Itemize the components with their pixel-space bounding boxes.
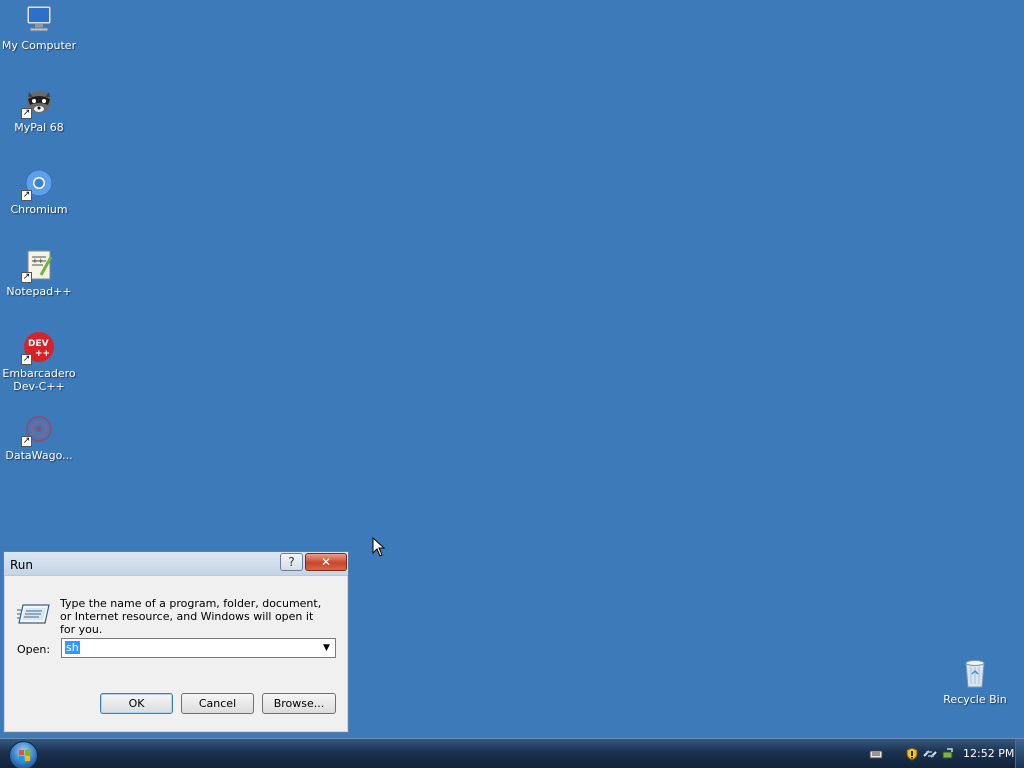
run-dialog: Run ? ✕ Type the name of a program, fold… bbox=[3, 551, 349, 733]
run-dialog-titlebar[interactable]: Run ? ✕ bbox=[4, 552, 348, 576]
recycle-bin-icon bbox=[959, 657, 991, 689]
chevron-down-icon[interactable]: ▼ bbox=[318, 639, 335, 657]
mouse-cursor-icon bbox=[372, 536, 386, 557]
desktop-icon-label: Recycle Bin bbox=[943, 693, 1007, 706]
ok-button[interactable]: OK bbox=[100, 693, 173, 714]
browse-button[interactable]: Browse... bbox=[262, 693, 336, 714]
desktop-icon-label: MyPal 68 bbox=[14, 121, 64, 134]
svg-text:++: ++ bbox=[35, 349, 50, 359]
raccoon-icon: ↗ bbox=[21, 85, 55, 119]
desktop-icon-recycle-bin[interactable]: Recycle Bin bbox=[936, 657, 1014, 706]
shortcut-arrow-icon: ↗ bbox=[21, 354, 32, 365]
chromium-icon: ↗ bbox=[21, 167, 55, 201]
desktop-icon-label: Chromium bbox=[10, 203, 68, 216]
security-shield-icon[interactable] bbox=[905, 747, 919, 761]
close-icon: ✕ bbox=[320, 555, 332, 569]
desktop-icon-label: Notepad++ bbox=[6, 285, 72, 298]
notepad-icon: ++ ↗ bbox=[21, 249, 55, 283]
svg-text:++: ++ bbox=[32, 257, 44, 265]
desktop-icon-mypal[interactable]: ↗ MyPal 68 bbox=[0, 85, 78, 134]
computer-icon bbox=[23, 3, 55, 35]
desktop-icon-devcpp[interactable]: DEV ++ ↗ Embarcadero Dev-C++ bbox=[0, 331, 78, 393]
run-dialog-title: Run bbox=[10, 558, 34, 572]
desktop-icon-label: Embarcadero Dev-C++ bbox=[2, 367, 76, 393]
desktop-icon-chromium[interactable]: ↗ Chromium bbox=[0, 167, 78, 216]
help-button[interactable]: ? bbox=[280, 553, 303, 571]
desktop-icon-datawagon[interactable]: ↗ DataWago... bbox=[0, 413, 78, 462]
open-label: Open: bbox=[17, 643, 51, 656]
desktop-icon-label: My Computer bbox=[1, 39, 77, 52]
desktop-icon-notepad-plus-plus[interactable]: ++ ↗ Notepad++ bbox=[0, 249, 78, 298]
desktop-icon-my-computer[interactable]: My Computer bbox=[0, 3, 78, 52]
shortcut-arrow-icon: ↗ bbox=[21, 108, 32, 119]
shortcut-arrow-icon: ↗ bbox=[21, 272, 32, 283]
svg-text:DEV: DEV bbox=[28, 339, 49, 349]
run-dialog-description: Type the name of a program, folder, docu… bbox=[60, 597, 322, 636]
start-button[interactable] bbox=[9, 741, 38, 768]
safely-remove-icon[interactable] bbox=[941, 747, 955, 761]
open-input-value[interactable]: sh bbox=[65, 641, 80, 654]
show-desktop-button[interactable] bbox=[1015, 739, 1024, 768]
datawagon-icon: ↗ bbox=[21, 413, 55, 447]
devcpp-icon: DEV ++ ↗ bbox=[21, 331, 55, 365]
cancel-button[interactable]: Cancel bbox=[181, 693, 254, 714]
taskbar: 12:52 PM bbox=[0, 738, 1024, 768]
network-icon[interactable] bbox=[923, 747, 937, 761]
desktop-icon-label: DataWago... bbox=[5, 449, 73, 462]
keyboard-icon[interactable] bbox=[869, 747, 883, 761]
close-button[interactable]: ✕ bbox=[305, 553, 347, 571]
shortcut-arrow-icon: ↗ bbox=[21, 436, 32, 447]
run-icon bbox=[17, 601, 51, 627]
open-combobox[interactable]: sh ▼ bbox=[61, 638, 336, 658]
shortcut-arrow-icon: ↗ bbox=[21, 190, 32, 201]
windows-logo-icon bbox=[19, 750, 30, 761]
clock[interactable]: 12:52 PM bbox=[963, 747, 1014, 760]
